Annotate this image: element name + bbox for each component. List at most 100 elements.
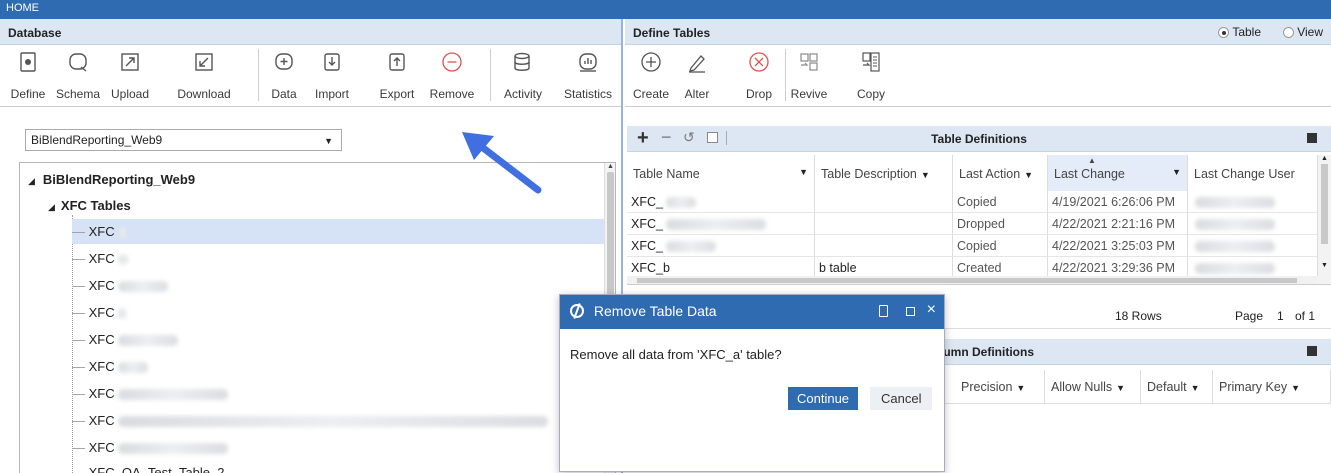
window-title: HOME [6,2,39,14]
filter-icon[interactable]: ▼ [799,167,808,177]
tree-item[interactable]: — XFC [72,273,168,298]
collapse-triangle-icon[interactable]: ◢ [28,176,35,186]
collapse-triangle-icon[interactable]: ◢ [48,202,55,212]
redacted-text [1195,197,1275,209]
alter-button[interactable]: Alter [677,45,717,107]
column-header-precision[interactable]: Precision ▼ [955,370,1045,404]
database-select[interactable]: BiBlendReporting_Web9 ▼ [25,129,342,151]
radio-table-option[interactable]: Table [1218,25,1261,39]
activity-icon [514,52,530,71]
cell-last-action: Copied [957,195,997,209]
column-header-allow-nulls[interactable]: Allow Nulls ▼ [1045,370,1141,404]
maximize-grid-icon[interactable] [1307,346,1317,356]
define-label: Define [10,87,46,101]
export-icon [389,53,405,71]
clipboard-icon[interactable] [879,305,888,317]
cancel-button[interactable]: Cancel [870,387,933,410]
tree-item[interactable]: — XFC [72,246,128,271]
column-header-last-change[interactable]: ▲ Last Change ▼ [1048,155,1188,191]
toolbar-separator [785,49,786,101]
column-header-label: Allow Nulls [1051,380,1113,394]
scrollbar-thumb[interactable] [637,278,1297,283]
import-button[interactable]: Import [310,45,354,107]
scrollbar-thumb[interactable] [1321,164,1328,244]
data-button[interactable]: Data [266,45,302,107]
tree-item[interactable]: — XFC_QA_Test_Table_2 [72,460,224,473]
filter-icon[interactable]: ▼ [1291,383,1300,393]
export-button[interactable]: Export [374,45,420,107]
grid-horizontal-scrollbar[interactable] [627,276,1318,284]
remove-table-data-dialog: Remove Table Data × Remove all data from… [559,294,945,472]
column-header-table-description[interactable]: Table Description ▼ [815,155,953,191]
filter-icon[interactable]: ▼ [921,170,930,180]
download-button[interactable]: Download [156,45,252,107]
radio-selected-icon[interactable] [1218,27,1230,39]
page-number[interactable]: 1 [1277,309,1284,323]
download-label: Download [177,87,231,101]
drop-button[interactable]: Drop [737,45,781,107]
maximize-icon[interactable] [906,307,915,316]
redacted-text [117,254,128,266]
scroll-up-icon[interactable]: ▲ [1318,155,1331,162]
define-button[interactable]: Define [4,45,52,107]
scroll-up-icon[interactable]: ▲ [605,163,615,170]
column-header-table-name[interactable]: Table Name ▼ [627,155,815,191]
activity-button[interactable]: Activity [496,45,550,107]
tree-item[interactable]: — XFC [72,381,228,406]
data-label: Data [271,87,297,101]
column-header-primary-key[interactable]: Primary Key ▼ [1213,370,1331,404]
column-header-last-change-user[interactable]: Last Change User [1188,155,1318,191]
database-tree: ◢ BiBlendReporting_Web9 ◢ XFC Tables — XFC… [19,162,616,473]
filter-icon[interactable]: ▼ [1024,170,1033,180]
app-logo-icon [570,303,584,319]
export-label: Export [379,87,415,101]
revive-button[interactable]: Revive [789,45,829,107]
page-of: of 1 [1295,309,1316,323]
scroll-down-icon[interactable]: ▼ [1318,262,1331,269]
upload-button[interactable]: Upload [104,45,156,107]
copy-label: Copy [856,87,885,101]
schema-button[interactable]: Schema [52,45,104,107]
remove-button[interactable]: Remove [424,45,480,107]
alter-icon [689,55,705,73]
tree-root-node[interactable]: ◢ BiBlendReporting_Web9 [28,167,195,192]
column-header-label: Precision [961,380,1013,394]
remove-icon [442,52,462,72]
redacted-text [117,389,228,401]
tree-item-label: XFC [88,224,115,239]
create-label: Create [632,87,670,101]
continue-button[interactable]: Continue [788,387,859,410]
column-header-last-action[interactable]: Last Action ▼ [953,155,1048,191]
grid-vertical-scrollbar[interactable]: ▲ ▼ [1318,155,1331,284]
filter-icon[interactable]: ▼ [1172,167,1181,177]
close-icon[interactable]: × [927,301,936,319]
tree-item[interactable]: — XFC [72,408,548,433]
tree-item[interactable]: — XFC [72,435,228,460]
tree-item[interactable]: — XFC [72,300,126,325]
row-count: 18 Rows [1115,309,1162,323]
maximize-grid-icon[interactable] [1307,133,1317,143]
dialog-title-bar[interactable]: Remove Table Data × [560,295,944,329]
filter-icon[interactable]: ▼ [1016,383,1025,393]
filter-icon[interactable]: ▼ [1116,383,1125,393]
create-button[interactable]: Create [629,45,673,107]
radio-view-option[interactable]: View [1283,25,1323,39]
tree-item-label: XFC [88,386,115,401]
column-header-default[interactable]: Default ▼ [1141,370,1213,404]
window-title-bar: HOME [0,0,1331,19]
tree-group-node[interactable]: ◢ XFC Tables [48,193,131,218]
toolbar-separator [490,49,491,101]
statistics-button[interactable]: Statistics [556,45,620,107]
page-label: Page [1235,309,1264,323]
tree-item[interactable]: — XFC [72,219,604,244]
tree-item[interactable]: — XFC [72,327,178,352]
cell-table-name: XFC_ [631,195,663,209]
tree-item-label: XFC_QA_Test_Table_2 [88,465,225,473]
schema-icon [69,53,87,72]
radio-view-label: View [1297,25,1323,39]
tree-item[interactable]: — XFC [72,354,148,379]
pointer-arrow-icon [462,132,542,194]
copy-button[interactable]: Copy [851,45,891,107]
radio-unselected-icon[interactable] [1283,27,1295,39]
filter-icon[interactable]: ▼ [1191,383,1200,393]
